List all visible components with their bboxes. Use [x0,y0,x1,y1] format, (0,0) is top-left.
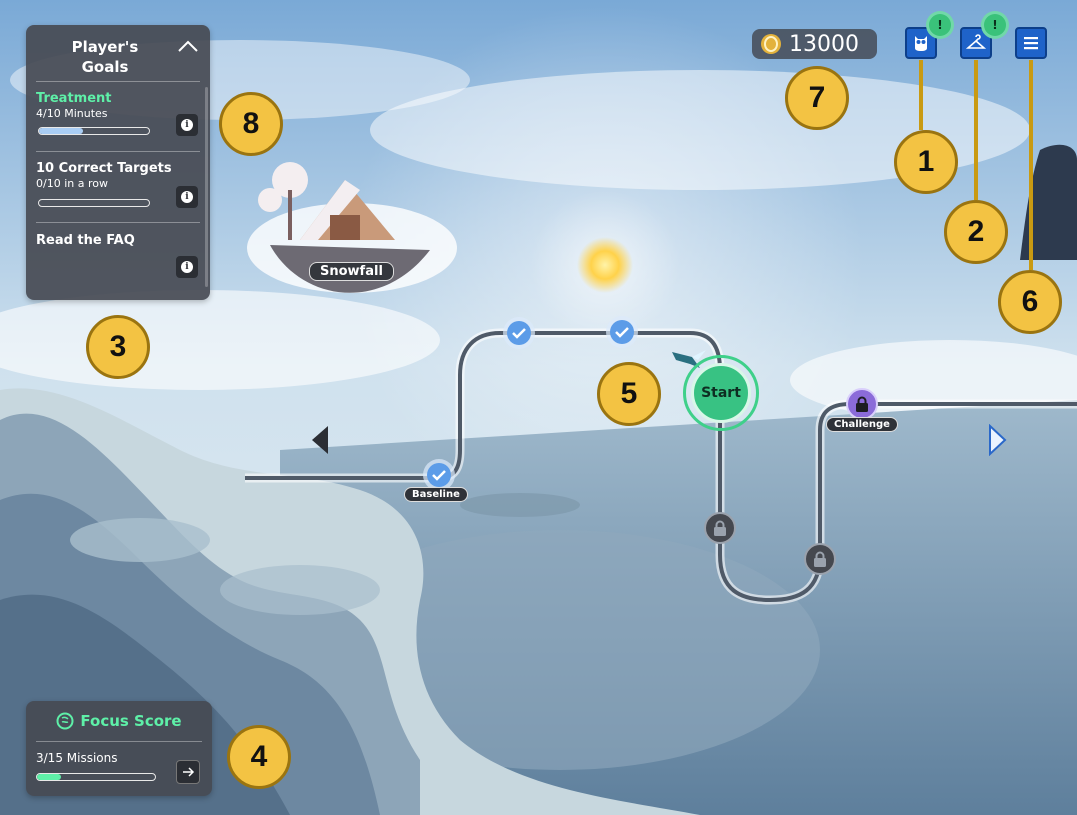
goals-scrollbar[interactable] [205,87,208,287]
divider [36,151,200,152]
start-button[interactable]: Start [683,355,759,431]
goal-read-faq: Read the FAQ [36,233,200,248]
goal-title: 10 Correct Targets [36,161,172,176]
challenge-label: Challenge [826,417,898,432]
callout-3: 3 [86,315,150,379]
locked-node [804,543,836,575]
owl-icon [915,36,927,51]
menu-button[interactable] [1015,27,1047,59]
goal-progress-bar [38,199,150,207]
snowfall-island-label[interactable]: Snowfall [309,262,394,281]
check-icon [606,316,638,348]
goal-info-button[interactable]: i [176,256,198,278]
focus-score-arrow-button[interactable] [176,760,200,784]
goal-correct-targets: 10 Correct Targets 0/10 in a row [36,161,200,190]
completed-node[interactable] [502,316,536,354]
callout-1: 1 [894,130,958,194]
challenge-node[interactable] [846,388,878,420]
focus-score-panel: Focus Score 3/15 Missions [26,701,212,796]
lock-icon [856,396,868,412]
goal-info-button[interactable]: i [176,186,198,208]
info-icon: i [181,261,193,273]
info-icon: i [181,191,193,203]
locked-node [704,512,736,544]
goal-info-button[interactable]: i [176,114,198,136]
callout-4: 4 [227,725,291,789]
owl-notification-badge: ! [926,11,954,39]
nav-left-arrow[interactable] [312,426,328,454]
players-goals-panel: Player's Goals Treatment 4/10 Minutes i … [26,25,210,300]
goal-title: Treatment [36,91,112,106]
callout-6: 6 [998,270,1062,334]
collapse-button[interactable] [176,35,200,59]
coin-icon [761,34,781,54]
callout-2: 2 [944,200,1008,264]
callout-5: 5 [597,362,661,426]
lock-icon [814,551,826,567]
arrow-right-icon [183,767,195,777]
info-icon: i [181,119,193,131]
chevron-up-icon [178,40,198,52]
divider [36,222,200,223]
nav-right-arrow[interactable] [988,423,1008,460]
lock-icon [714,520,726,536]
coin-counter: 13000 [752,29,877,59]
focus-score-title: Focus Score [80,712,182,730]
chevron-right-icon [989,423,1007,457]
wardrobe-notification-badge: ! [981,11,1009,39]
start-label: Start [701,385,741,401]
goal-title: Read the FAQ [36,233,135,248]
hanger-icon [966,34,986,49]
baseline-label: Baseline [404,487,468,502]
callout-8: 8 [219,92,283,156]
game-map-scene: Baseline Start Challenge Snowfall Player… [0,0,1077,815]
completed-node[interactable] [605,315,639,353]
goals-panel-title: Player's Goals [71,38,139,76]
coin-value: 13000 [789,31,859,57]
menu-icon [1024,37,1038,50]
check-icon [503,317,535,349]
callout-7: 7 [785,66,849,130]
goal-progress-bar [38,127,150,135]
divider [36,741,202,742]
brain-icon [56,712,74,730]
divider [36,81,200,82]
missions-progress-bar [36,773,156,781]
missions-count: 3/15 Missions [36,751,118,765]
